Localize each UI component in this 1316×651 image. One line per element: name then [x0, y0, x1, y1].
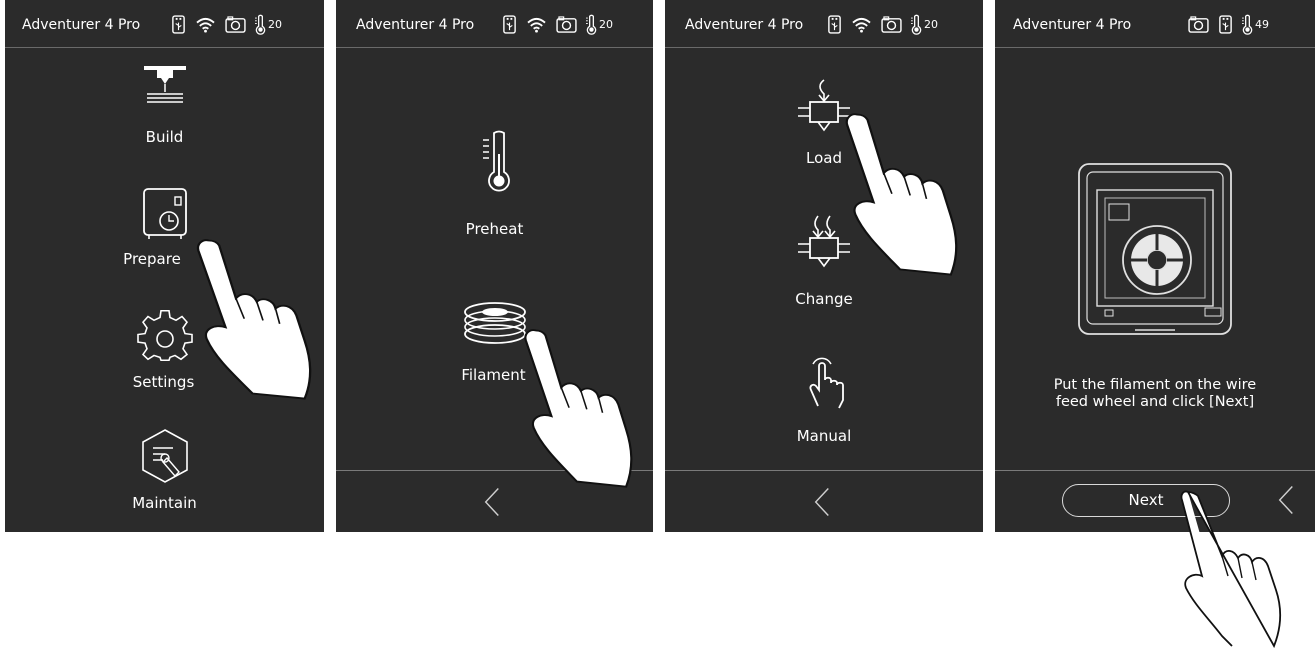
thermometer-icon	[255, 14, 266, 35]
top-bar: Adventurer 4 Pro 20	[665, 0, 983, 48]
screen-filament: Adventurer 4 Pro 20 Load Change Manual	[665, 0, 983, 532]
camera-icon[interactable]	[556, 16, 577, 33]
build-icon	[143, 66, 186, 103]
top-bar: Adventurer 4 Pro 49	[995, 0, 1315, 48]
thermometer-icon	[586, 14, 597, 35]
usb-icon	[502, 15, 517, 34]
instruction-line-1: Put the filament on the wire	[1053, 377, 1257, 393]
camera-icon[interactable]	[1188, 16, 1209, 33]
pointing-hand-outline-icon	[1180, 490, 1282, 648]
thermometer-icon	[482, 130, 510, 192]
temperature-value: 20	[599, 17, 613, 31]
hand-tap-icon	[809, 357, 844, 409]
menu-item-manual[interactable]	[665, 350, 983, 412]
status-icons: 20	[502, 13, 613, 35]
menu-label-maintain: Maintain	[132, 494, 197, 512]
pointing-hand-icon	[837, 106, 959, 278]
wifi-icon	[526, 16, 547, 33]
temperature-value: 20	[268, 17, 282, 31]
menu-label-build: Build	[145, 128, 184, 146]
printer-title: Adventurer 4 Pro	[685, 17, 804, 33]
chevron-left-icon[interactable]	[813, 486, 831, 518]
screen-prepare: Adventurer 4 Pro 20 Preheat Filament	[336, 0, 653, 532]
temperature-value: 49	[1255, 17, 1269, 31]
menu-label-change: Change	[795, 290, 853, 308]
bottom-bar	[665, 470, 983, 532]
status-icons: 49	[1188, 13, 1269, 35]
maintain-icon	[141, 429, 188, 483]
camera-icon[interactable]	[881, 16, 902, 33]
pointing-hand-icon	[188, 232, 313, 402]
top-bar: Adventurer 4 Pro 20	[5, 0, 324, 48]
printer-title: Adventurer 4 Pro	[356, 17, 475, 33]
status-icons: 20	[171, 13, 282, 35]
menu-label-manual: Manual	[796, 427, 852, 445]
screen-load-instruction: Adventurer 4 Pro 49 Put the filament on …	[995, 0, 1315, 532]
status-icons: 20	[827, 13, 938, 35]
menu-item-preheat[interactable]	[336, 130, 653, 196]
usb-icon	[171, 15, 186, 34]
prepare-icon	[142, 188, 187, 239]
thermometer-icon	[911, 14, 922, 35]
menu-item-maintain[interactable]	[5, 428, 324, 486]
printer-title: Adventurer 4 Pro	[1013, 17, 1132, 33]
top-bar: Adventurer 4 Pro 20	[336, 0, 653, 48]
wifi-icon	[195, 16, 216, 33]
printer-title: Adventurer 4 Pro	[22, 17, 141, 33]
usb-icon	[1218, 15, 1233, 34]
menu-label-preheat: Preheat	[465, 220, 524, 238]
printer-illustration	[1078, 163, 1232, 335]
instruction-line-2: feed wheel and click [Next]	[1055, 394, 1255, 410]
thermometer-icon	[1242, 14, 1253, 35]
wifi-icon	[851, 16, 872, 33]
pointing-hand-icon	[516, 322, 634, 490]
temperature-value: 20	[924, 17, 938, 31]
camera-icon[interactable]	[225, 16, 246, 33]
chevron-left-icon[interactable]	[483, 486, 501, 518]
screen-main-menu: Adventurer 4 Pro 20 Build Prepare Settin…	[5, 0, 324, 532]
menu-item-build[interactable]	[5, 62, 324, 112]
gear-icon	[136, 310, 193, 361]
usb-icon	[827, 15, 842, 34]
